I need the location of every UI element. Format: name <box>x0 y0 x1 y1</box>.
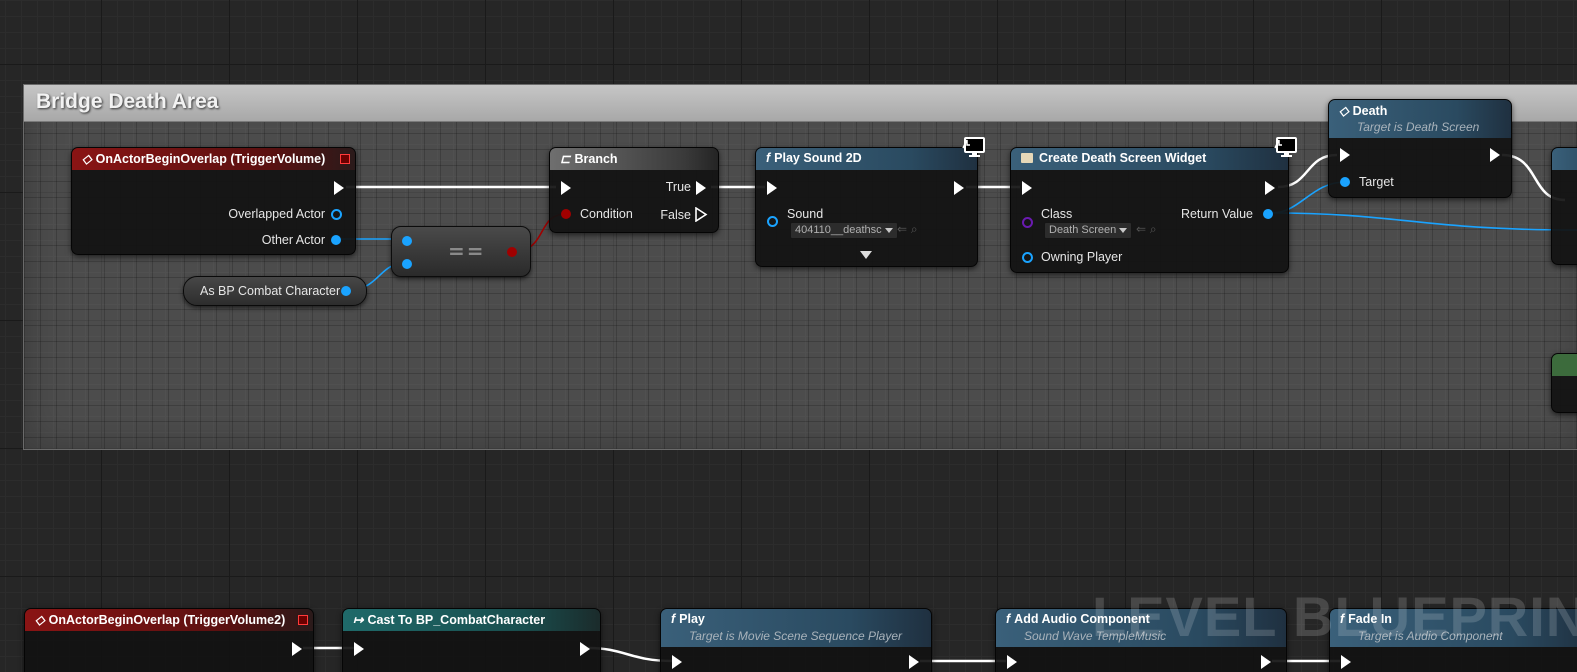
event-node-on-actor-begin-overlap-2[interactable]: ◇ OnActorBeginOverlap (TriggerVolume2) <box>24 608 314 672</box>
delegate-pin-icon[interactable] <box>340 154 350 164</box>
partial-node-offscreen[interactable] <box>1551 147 1577 265</box>
function-f-icon: f <box>671 612 676 626</box>
browse-asset-icon[interactable]: ⇐ ⌕ <box>897 222 918 237</box>
exec-false-pin[interactable] <box>695 207 708 222</box>
event-diamond-icon: ◇ <box>1339 104 1349 118</box>
cast-arrow-icon: ↦ <box>353 613 364 627</box>
level-blueprint-watermark: LEVEL BLUEPRINT <box>1092 585 1577 648</box>
function-f-icon: f <box>766 151 771 165</box>
blueprint-graph-canvas[interactable]: Bridge Death Area ◇ OnActorBeginOverlap (… <box>0 0 1577 672</box>
branch-icon: ⊏ <box>560 152 571 166</box>
class-pin[interactable] <box>1022 217 1033 228</box>
pin-label-false: False <box>660 208 691 222</box>
exec-out-pin[interactable] <box>292 642 302 656</box>
browse-class-icon[interactable]: ⇐ ⌕ <box>1136 222 1157 237</box>
branch-node[interactable]: ⊏ Branch True Condition False <box>549 147 719 233</box>
exec-in-pin[interactable] <box>672 655 682 669</box>
delegate-pin-icon[interactable] <box>298 615 308 625</box>
class-dropdown[interactable]: Death Screen <box>1044 222 1133 239</box>
function-node-play[interactable]: f Play Target is Movie Scene Sequence Pla… <box>660 608 932 672</box>
function-node-play-sound-2d[interactable]: f Play Sound 2D Sound 404110__deathsc ⇐ ⌕ <box>755 137 985 267</box>
exec-in-pin[interactable] <box>1022 181 1032 195</box>
exec-out-pin[interactable] <box>334 181 344 195</box>
pin-label-true: True <box>665 180 691 194</box>
node-header: ⊏ Branch <box>550 148 718 170</box>
widget-icon <box>1021 153 1033 163</box>
event-node-on-actor-begin-overlap[interactable]: ◇ OnActorBeginOverlap (TriggerVolume) Ove… <box>71 147 356 255</box>
event-diamond-icon: ◇ <box>82 152 92 166</box>
node-title: OnActorBeginOverlap (TriggerVolume) <box>95 152 326 166</box>
exec-in-pin[interactable] <box>767 181 777 195</box>
variable-getter-as-bp-combat-character[interactable]: As BP Combat Character <box>183 276 367 306</box>
expand-advanced-icon[interactable] <box>860 251 872 259</box>
event-diamond-icon: ◇ <box>35 613 45 627</box>
exec-true-pin[interactable] <box>696 181 706 195</box>
variable-output-pin[interactable] <box>341 286 351 296</box>
function-node-death[interactable]: ◇ Death Target is Death Screen Target <box>1328 99 1512 198</box>
operator-label: == <box>448 239 486 263</box>
node-title: Cast To BP_CombatCharacter <box>367 613 546 627</box>
pin-label-return-value: Return Value <box>1180 207 1253 221</box>
node-title: Death <box>1352 104 1388 118</box>
exec-out-pin[interactable] <box>580 642 590 656</box>
target-pin[interactable] <box>1340 177 1350 187</box>
function-f-icon: f <box>1006 612 1011 626</box>
pin-label-sound: Sound <box>787 207 824 221</box>
object-wire <box>1271 212 1577 231</box>
exec-in-pin[interactable] <box>1007 655 1017 669</box>
pin-label-condition: Condition <box>580 207 633 221</box>
equal-input-a-pin[interactable] <box>402 236 412 246</box>
node-header: Create Death Screen Widget <box>1011 148 1288 170</box>
exec-in-pin[interactable] <box>354 642 364 656</box>
owning-player-pin[interactable] <box>1022 252 1033 263</box>
equal-operator-node[interactable]: == <box>391 226 531 277</box>
pin-label-target: Target <box>1359 175 1394 189</box>
node-title: OnActorBeginOverlap (TriggerVolume2) <box>48 613 286 627</box>
exec-out-pin[interactable] <box>1490 148 1500 162</box>
node-header: ◇ OnActorBeginOverlap (TriggerVolume2) <box>25 609 313 631</box>
condition-pin[interactable] <box>561 209 571 219</box>
pin-label-overlapped-actor: Overlapped Actor <box>228 207 325 221</box>
return-value-pin[interactable] <box>1263 209 1273 219</box>
sound-pin[interactable] <box>767 216 778 227</box>
exec-out-pin[interactable] <box>1265 181 1275 195</box>
variable-label: As BP Combat Character <box>200 284 341 298</box>
function-node-create-widget[interactable]: Create Death Screen Widget Class Death S… <box>1010 137 1297 273</box>
equal-input-b-pin[interactable] <box>402 259 412 269</box>
exec-in-pin[interactable] <box>1341 655 1351 669</box>
node-header: f Play Target is Movie Scene Sequence Pla… <box>661 609 931 647</box>
monitor-icon <box>1274 137 1297 157</box>
overlapped-actor-pin[interactable] <box>331 209 342 220</box>
node-header: ◇ OnActorBeginOverlap (TriggerVolume) <box>72 148 355 170</box>
pin-label-class: Class <box>1041 207 1073 221</box>
exec-in-pin[interactable] <box>561 181 571 195</box>
node-subtitle: Target is Death Screen <box>1357 120 1480 134</box>
equal-output-pin[interactable] <box>507 247 517 257</box>
node-header: ↦ Cast To BP_CombatCharacter <box>343 609 600 631</box>
exec-in-pin[interactable] <box>1340 148 1350 162</box>
exec-out-pin[interactable] <box>1261 655 1271 669</box>
node-title: Play <box>679 612 705 626</box>
pin-label-owning-player: Owning Player <box>1041 250 1123 264</box>
exec-out-pin[interactable] <box>954 181 964 195</box>
cast-node-bp-combat-character[interactable]: ↦ Cast To BP_CombatCharacter <box>342 608 601 672</box>
sound-asset-dropdown[interactable]: 404110__deathsc <box>790 222 898 239</box>
pin-label-other-actor: Other Actor <box>261 233 325 247</box>
exec-out-pin[interactable] <box>909 655 919 669</box>
node-title: Create Death Screen Widget <box>1039 151 1207 165</box>
node-title: Branch <box>574 152 618 166</box>
monitor-icon <box>962 137 985 157</box>
partial-node-offscreen[interactable] <box>1551 353 1577 413</box>
node-subtitle: Target is Movie Scene Sequence Player <box>689 629 903 643</box>
node-title: Play Sound 2D <box>774 151 862 165</box>
node-header: ◇ Death Target is Death Screen <box>1329 100 1511 138</box>
node-header: f Play Sound 2D <box>756 148 977 170</box>
other-actor-pin[interactable] <box>331 235 341 245</box>
